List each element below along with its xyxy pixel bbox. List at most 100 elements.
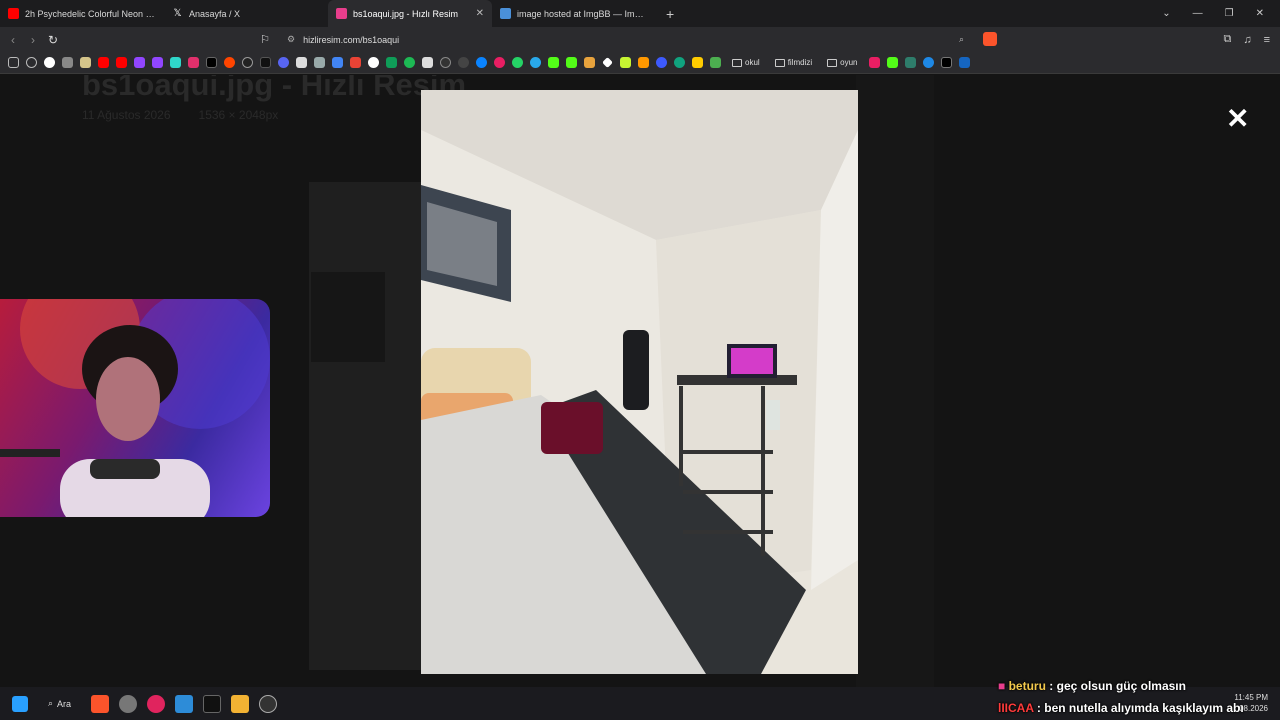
bookmark-icon[interactable] xyxy=(296,57,307,68)
bookmark-icon[interactable] xyxy=(80,57,91,68)
search-icon: ⌕ xyxy=(48,698,54,708)
brave-shield-icon[interactable] xyxy=(983,32,997,46)
file-explorer-icon[interactable] xyxy=(231,694,250,713)
bookmark-icon[interactable] xyxy=(958,57,970,68)
bookmark-icon[interactable] xyxy=(692,57,703,68)
tab-list-icon[interactable]: ⌄ xyxy=(1162,8,1170,19)
url-text[interactable]: hizliresim.com/bs1oaqui xyxy=(303,35,399,45)
tab-hizliresim[interactable]: bs1oaqui.jpg - Hızlı Resim ✕ xyxy=(328,0,492,27)
new-tab-button[interactable]: + xyxy=(656,6,684,22)
bookmark-icon[interactable] xyxy=(710,57,721,68)
chat-message: ■ beturu : geç olsun güç olmasın xyxy=(998,679,1186,693)
site-info-icon[interactable]: ⚙ xyxy=(287,34,295,45)
tiktok-icon[interactable] xyxy=(260,57,271,68)
history-icon[interactable] xyxy=(26,57,37,68)
bookmark-icon[interactable] xyxy=(620,57,631,68)
bookmark-icon[interactable] xyxy=(314,57,325,68)
chat-badge-icon: ■ xyxy=(998,679,1006,693)
bookmark-icon[interactable]: ⚐ xyxy=(255,33,275,46)
twitch-icon[interactable] xyxy=(152,57,163,68)
twitch-icon[interactable] xyxy=(134,57,145,68)
spotify-icon[interactable] xyxy=(404,57,415,68)
minimize-button[interactable]: — xyxy=(1193,8,1203,19)
bookmark-icon[interactable] xyxy=(62,57,73,68)
bookmark-icon[interactable] xyxy=(170,57,181,68)
hizliresim-icon xyxy=(336,8,347,19)
bookmark-folder-oyun[interactable]: oyun xyxy=(827,58,858,67)
media-icon[interactable]: ♫ xyxy=(1243,34,1251,46)
lightbox-image[interactable] xyxy=(421,90,858,674)
brave-icon[interactable] xyxy=(91,694,110,713)
chat-message: lIICAA : ben nutella alıyımda kaşıklayım… xyxy=(998,701,1244,715)
kick-icon[interactable] xyxy=(566,57,577,68)
drive-icon[interactable] xyxy=(386,57,397,68)
bookmark-icon[interactable] xyxy=(602,57,613,68)
search-label: Ara xyxy=(57,698,72,709)
close-tab-icon[interactable]: ✕ xyxy=(476,8,484,19)
back-button[interactable]: ‹ xyxy=(3,33,23,47)
page-content: bs1oaqui.jpg - Hızlı Resim 11 Ağustos 20… xyxy=(0,75,1280,687)
youtube-icon[interactable] xyxy=(98,57,109,68)
bookmark-icon[interactable] xyxy=(368,57,379,68)
chatgpt-icon[interactable] xyxy=(674,57,685,68)
translate-icon[interactable] xyxy=(332,57,343,68)
tiktok-icon[interactable] xyxy=(203,694,222,713)
bookmark-icon[interactable] xyxy=(494,57,505,68)
apps-icon[interactable] xyxy=(8,57,19,68)
bookmark-icon[interactable] xyxy=(422,57,433,68)
taskbar-search[interactable]: ⌕ Ara xyxy=(38,698,81,709)
telegram-icon[interactable] xyxy=(530,57,541,68)
forward-button[interactable]: › xyxy=(23,33,43,47)
bookmark-icon[interactable] xyxy=(922,57,934,68)
maximize-button[interactable]: ❐ xyxy=(1225,8,1234,19)
bookmark-icon[interactable] xyxy=(868,57,880,68)
youtube-icon[interactable] xyxy=(116,57,127,68)
tab-title: bs1oaqui.jpg - Hızlı Resim xyxy=(353,8,459,19)
instagram-icon[interactable] xyxy=(188,57,199,68)
folder-icon xyxy=(827,58,838,67)
discord-icon[interactable] xyxy=(278,57,289,68)
kick-icon[interactable] xyxy=(548,57,559,68)
kick-icon[interactable] xyxy=(886,57,898,68)
gmail-icon[interactable] xyxy=(350,57,361,68)
reddit-icon[interactable] xyxy=(224,57,235,68)
whatsapp-icon[interactable] xyxy=(512,57,523,68)
bookmark-icon[interactable] xyxy=(904,57,916,68)
clock-date: 08.2026 xyxy=(1239,704,1268,713)
x-icon: 𝕏 xyxy=(173,8,182,19)
bookmark-icon[interactable] xyxy=(638,57,649,68)
tab-imgbb[interactable]: image hosted at ImgBB — ImgBB xyxy=(492,0,656,27)
photos-icon[interactable] xyxy=(175,694,194,713)
zoom-icon[interactable]: ⌕ xyxy=(959,34,964,45)
app-icon[interactable] xyxy=(259,694,278,713)
bookmark-folder-okul[interactable]: okul xyxy=(732,58,760,67)
folder-icon xyxy=(732,58,742,67)
github-icon[interactable] xyxy=(458,57,469,68)
chat-username: beturu xyxy=(1008,679,1046,693)
bookmark-icon[interactable] xyxy=(656,57,667,68)
bookmark-icon[interactable] xyxy=(242,57,253,68)
extensions-icon[interactable]: ⧉ xyxy=(1223,33,1231,46)
bookmark-icon[interactable] xyxy=(476,57,487,68)
google-icon[interactable] xyxy=(44,57,55,68)
system-clock[interactable]: 11:45 PM 08.2026 xyxy=(1234,692,1268,714)
bookmark-folder-filmdizi[interactable]: filmdizi xyxy=(774,58,812,67)
menu-icon[interactable]: ≡ xyxy=(1264,34,1270,46)
folder-label: oyun xyxy=(840,58,858,67)
bookmark-icon[interactable] xyxy=(584,57,595,68)
page-title: bs1oaqui.jpg - Hızlı Resim xyxy=(82,75,467,102)
youtube-icon xyxy=(8,8,19,19)
close-window-button[interactable]: ✕ xyxy=(1256,8,1264,19)
bookmark-icon[interactable] xyxy=(440,57,451,68)
close-lightbox-button[interactable]: ✕ xyxy=(1226,105,1249,133)
x-icon[interactable] xyxy=(206,57,217,68)
tab-youtube[interactable]: 2h Psychedelic Colorful Neon Backgr xyxy=(0,0,164,27)
tab-x[interactable]: 𝕏 Anasayfa / X xyxy=(164,0,328,27)
tab-title: Anasayfa / X xyxy=(189,8,241,19)
windows-start-icon[interactable] xyxy=(12,695,28,712)
reload-button[interactable]: ↻ xyxy=(43,33,63,47)
bookmark-icon[interactable] xyxy=(940,57,952,68)
media-player-icon[interactable] xyxy=(147,694,166,713)
address-bar[interactable]: ⚙ hizliresim.com/bs1oaqui ⌕ xyxy=(277,30,972,49)
obs-icon[interactable] xyxy=(119,694,138,713)
